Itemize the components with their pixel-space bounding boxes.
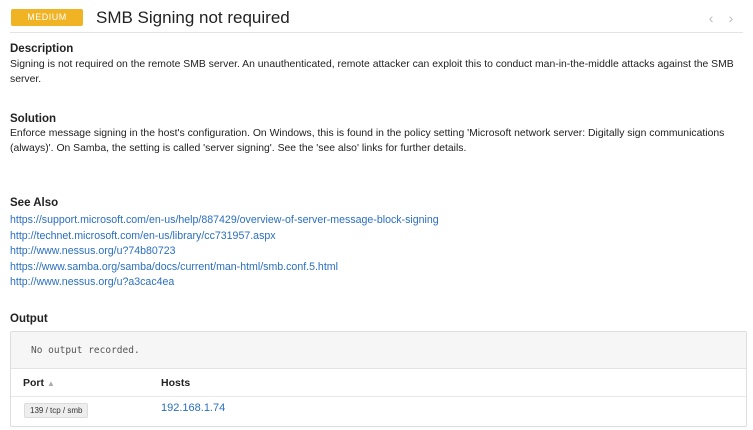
- finding-header: MEDIUM SMB Signing not required ‹ ›: [10, 6, 743, 33]
- port-tag: 139 / tcp / smb: [24, 403, 89, 418]
- solution-heading: Solution: [10, 113, 56, 125]
- see-also-heading: See Also: [10, 197, 59, 209]
- see-also-links: https://support.microsoft.com/en-us/help…: [10, 213, 439, 291]
- host-link[interactable]: 192.168.1.74: [161, 402, 225, 414]
- description-text: Signing is not required on the remote SM…: [10, 59, 734, 85]
- pagination-nav: ‹ ›: [703, 10, 739, 26]
- solution-text: Enforce message signing in the host's co…: [10, 128, 725, 154]
- see-also-link[interactable]: https://support.microsoft.com/en-us/help…: [10, 213, 439, 229]
- no-output-text: No output recorded.: [11, 332, 746, 369]
- output-panel: No output recorded. Port ▲ Hosts 139 / tc…: [10, 331, 747, 427]
- see-also-link[interactable]: http://www.nessus.org/u?74b80723: [10, 244, 439, 260]
- see-also-link[interactable]: http://www.nessus.org/u?a3cac4ea: [10, 275, 439, 291]
- hosts-column-header: Hosts: [161, 377, 191, 389]
- chevron-left-icon[interactable]: ‹: [703, 10, 719, 26]
- port-column-label: Port: [23, 377, 44, 389]
- see-also-link[interactable]: https://www.samba.org/samba/docs/current…: [10, 260, 439, 276]
- see-also-link[interactable]: http://technet.microsoft.com/en-us/libra…: [10, 229, 439, 245]
- port-column-header[interactable]: Port ▲: [23, 377, 55, 389]
- output-heading: Output: [10, 313, 48, 325]
- page-title: SMB Signing not required: [96, 8, 290, 27]
- sort-ascending-icon[interactable]: ▲: [47, 379, 55, 388]
- severity-badge: MEDIUM: [11, 9, 83, 26]
- description-heading: Description: [10, 43, 74, 55]
- divider: [11, 396, 746, 397]
- chevron-right-icon[interactable]: ›: [723, 10, 739, 26]
